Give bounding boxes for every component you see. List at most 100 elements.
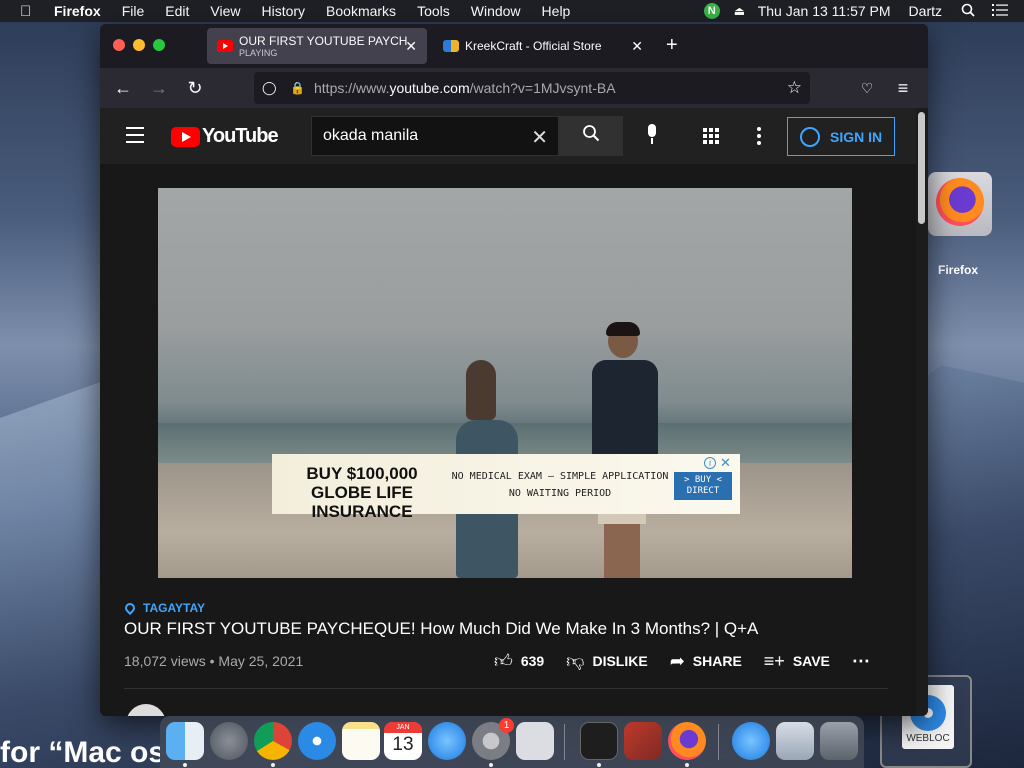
reload-icon[interactable]: ↻ <box>184 77 206 99</box>
account-icon <box>800 126 820 147</box>
menu-history[interactable]: History <box>261 3 305 19</box>
divider <box>124 688 888 689</box>
menu-edit[interactable]: Edit <box>165 3 189 19</box>
video-meta: 18,072 views • May 25, 2021 <box>124 653 304 669</box>
youtube-logo[interactable]: YouTube <box>171 125 279 148</box>
add-to-playlist-icon: ≡+ <box>763 650 785 671</box>
desktop-firefox-label: Firefox <box>937 263 978 277</box>
overlay-ad-banner[interactable]: BUY $100,000 GLOBE LIFE INSURANCE NO MEDI… <box>272 454 740 521</box>
search-icon <box>583 125 600 142</box>
ad-close-icon[interactable]: ✕ <box>720 456 731 470</box>
location-pin-icon <box>122 600 138 616</box>
notes-icon[interactable] <box>342 722 380 760</box>
youtube-favicon-icon <box>217 40 233 52</box>
forward-arrow-icon[interactable]: → <box>148 77 170 99</box>
launchpad-rocket-icon[interactable] <box>210 722 248 760</box>
menu-bookmarks[interactable]: Bookmarks <box>326 3 396 19</box>
pocket-icon[interactable]: ♡ <box>856 77 878 99</box>
terminal-icon[interactable] <box>580 722 618 760</box>
share-button[interactable]: ➦ SHARE <box>670 651 742 672</box>
new-tab-plus-icon[interactable]: + <box>666 34 678 56</box>
save-button[interactable]: ≡+ SAVE <box>764 651 830 672</box>
tab-youtube[interactable]: OUR FIRST YOUTUBE PAYCHEQUE! How Much Di… <box>207 28 427 64</box>
webloc-label: WEBLOC <box>906 733 950 744</box>
video-actions: 👍︎ 639 👎︎ DISLIKE ➦ SHARE ≡+ SAVE ⋯ <box>494 650 871 672</box>
youtube-play-icon <box>171 126 200 147</box>
photo-booth-icon[interactable] <box>624 722 662 760</box>
scrollbar-thumb[interactable] <box>918 112 925 224</box>
tab-kreekcraft[interactable]: KreekCraft - Official Store ✕ <box>433 28 653 64</box>
menu-file[interactable]: File <box>122 3 145 19</box>
calendar-icon[interactable]: JAN 13 <box>384 722 422 760</box>
notification-badge: 1 <box>499 718 514 733</box>
clear-search-icon[interactable]: ✕ <box>531 125 548 150</box>
lock-icon[interactable]: 🔒 <box>290 81 305 95</box>
close-tab-icon[interactable]: ✕ <box>631 38 643 54</box>
eject-icon[interactable]: ⏏ <box>734 4 748 18</box>
firefox-dock-icon[interactable] <box>668 722 706 760</box>
app-store-downloads-icon[interactable] <box>732 722 770 760</box>
app-menu-hamburger-icon[interactable]: ≡ <box>892 77 914 99</box>
apple-menu-icon[interactable]:  <box>20 3 36 20</box>
menu-view[interactable]: View <box>210 3 240 19</box>
dock: JAN 13 1 <box>160 716 864 768</box>
tab-playing-label: PLAYING <box>239 48 278 58</box>
menu-user[interactable]: Dartz <box>909 3 942 19</box>
scrollbar[interactable] <box>916 108 928 716</box>
like-button[interactable]: 👍︎ 639 <box>494 650 544 672</box>
search-button[interactable] <box>559 116 623 156</box>
url-bar[interactable]: ◯ 🔒 https://www.youtube.com/watch?v=1MJv… <box>254 72 810 104</box>
ad-info-icon[interactable]: i <box>704 457 716 469</box>
search-input[interactable]: okada manila ✕ <box>311 116 559 156</box>
tab-bar: OUR FIRST YOUTUBE PAYCHEQUE! How Much Di… <box>100 24 928 68</box>
navigation-toolbar: ← → ↻ ◯ 🔒 https://www.youtube.com/watch?… <box>100 68 928 108</box>
spotlight-search-icon[interactable] <box>960 3 976 20</box>
share-arrow-icon: ➦ <box>669 650 685 671</box>
app-store-icon[interactable] <box>428 722 466 760</box>
voice-search-mic-icon[interactable] <box>638 120 666 150</box>
channel-avatar[interactable] <box>126 704 166 716</box>
more-actions-icon[interactable]: ⋯ <box>852 651 871 672</box>
desktop-firefox-icon[interactable] <box>928 172 992 250</box>
trash-icon[interactable] <box>820 722 858 760</box>
settings-more-icon[interactable] <box>757 127 761 148</box>
minimize-window-button[interactable] <box>133 39 145 51</box>
dislike-button[interactable]: 👎︎ DISLIKE <box>566 650 648 672</box>
bookmark-star-icon[interactable]: ☆ <box>787 78 802 98</box>
close-tab-icon[interactable]: ✕ <box>405 38 417 54</box>
video-player[interactable]: BUY $100,000 GLOBE LIFE INSURANCE NO MEDI… <box>158 188 852 578</box>
menu-app-firefox[interactable]: Firefox <box>54 3 101 19</box>
ad-headline: BUY $100,000 GLOBE LIFE INSURANCE <box>306 464 418 521</box>
document-stack-icon[interactable] <box>776 722 814 760</box>
close-window-button[interactable] <box>113 39 125 51</box>
chrome-icon[interactable] <box>254 722 292 760</box>
watch-page: BUY $100,000 GLOBE LIFE INSURANCE NO MEDI… <box>100 164 916 716</box>
video-person-man <box>586 322 666 578</box>
search-query[interactable]: okada manila <box>323 127 418 145</box>
ad-buy-direct-button[interactable]: > BUY < DIRECT <box>674 472 732 500</box>
menu-window[interactable]: Window <box>471 3 521 19</box>
menu-help[interactable]: Help <box>542 3 571 19</box>
control-center-icon[interactable] <box>992 3 1008 19</box>
url-text[interactable]: https://www.youtube.com/watch?v=1MJvsynt… <box>314 80 616 96</box>
zoom-window-button[interactable] <box>153 39 165 51</box>
guide-menu-icon[interactable] <box>126 127 144 148</box>
tracking-shield-icon[interactable]: ◯ <box>262 80 278 96</box>
ad-body: NO MEDICAL EXAM – SIMPLE APPLICATION NO W… <box>451 471 669 499</box>
menu-clock[interactable]: Thu Jan 13 11:57 PM <box>758 3 891 19</box>
video-title: OUR FIRST YOUTUBE PAYCHEQUE! How Much Di… <box>124 619 759 638</box>
tab-title: KreekCraft - Official Store <box>465 39 602 53</box>
finder-icon[interactable] <box>166 722 204 760</box>
status-n-icon[interactable]: N <box>703 3 720 19</box>
safari-icon[interactable] <box>298 722 336 760</box>
roblox-icon[interactable] <box>516 722 554 760</box>
youtube-header: YouTube okada manila ✕ SIGN IN <box>100 108 916 164</box>
back-arrow-icon[interactable]: ← <box>112 77 134 99</box>
system-preferences-gear-icon[interactable]: 1 <box>472 718 514 760</box>
menu-tools[interactable]: Tools <box>417 3 450 19</box>
location-link[interactable]: TAGAYTAY <box>122 600 205 616</box>
apps-grid-icon[interactable] <box>703 128 719 144</box>
sign-in-button[interactable]: SIGN IN <box>787 117 895 156</box>
view-count: 18,072 views <box>124 653 206 669</box>
desktop-search-text: for “Mac os <box>0 736 160 768</box>
